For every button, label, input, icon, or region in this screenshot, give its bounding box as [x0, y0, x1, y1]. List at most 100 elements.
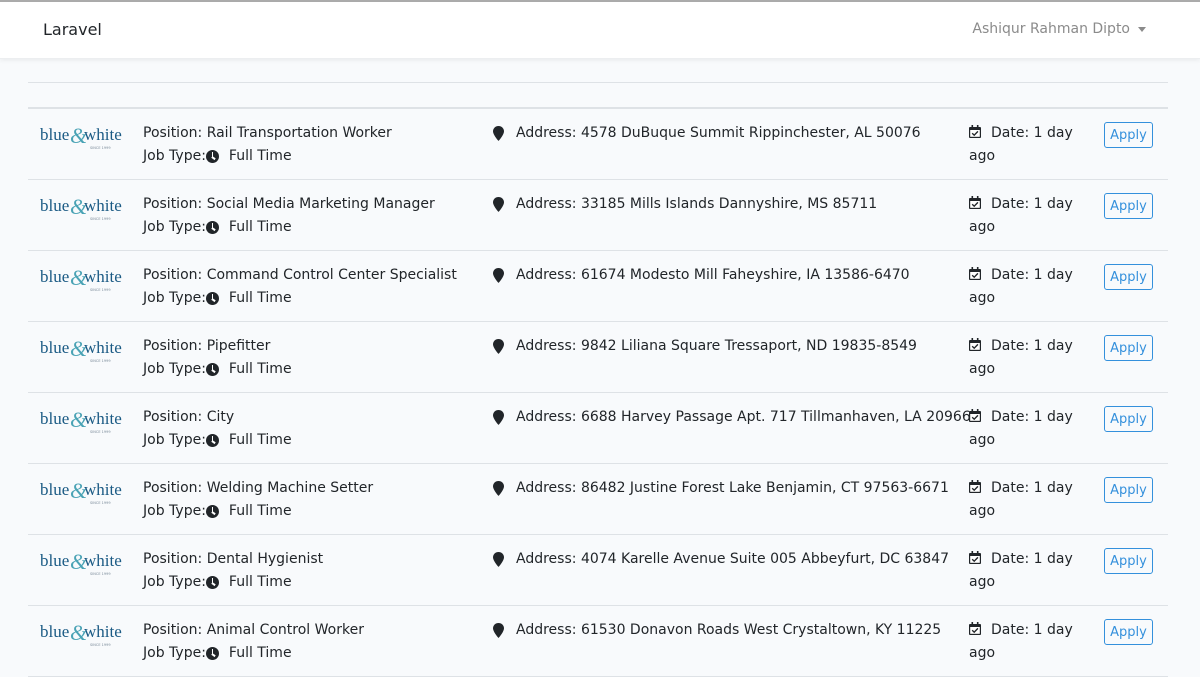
svg-text:SINCE 1999: SINCE 1999	[90, 359, 111, 363]
address: Address: 6688 Harvey Passage Apt. 717 Ti…	[493, 406, 971, 429]
svg-text:white: white	[84, 267, 122, 286]
svg-text:blue: blue	[40, 622, 69, 641]
company-logo: blue & white SINCE 1999	[40, 620, 122, 647]
date-label: Date:	[991, 480, 1030, 496]
address-label: Address:	[516, 196, 577, 212]
posted-date: Date: 1 day ago	[969, 335, 1094, 381]
position-line: Position: Pipefitter	[143, 335, 292, 358]
job-type-value: Full Time	[228, 574, 292, 590]
apply-button[interactable]: Apply	[1104, 406, 1153, 432]
job-type-line: Job Type: Full Time	[143, 500, 373, 523]
posted-date: Date: 1 day ago	[969, 406, 1094, 452]
posted-date: Date: 1 day ago	[969, 477, 1094, 523]
table-row: blue & white SINCE 1999 Position: Weldin…	[28, 464, 1168, 535]
job-info: Position: Pipefitter Job Type: Full Time	[143, 335, 292, 381]
clock-icon	[205, 292, 219, 305]
calendar-check-icon	[969, 125, 981, 138]
address-value: 4074 Karelle Avenue Suite 005 Abbeyfurt,…	[580, 551, 950, 567]
calendar-check-icon	[969, 622, 981, 635]
posted-date: Date: 1 day ago	[969, 193, 1094, 239]
apply-button[interactable]: Apply	[1104, 335, 1153, 361]
clock-icon	[205, 363, 219, 376]
position-label: Position:	[143, 622, 203, 638]
job-type-line: Job Type: Full Time	[143, 216, 435, 239]
apply-button[interactable]: Apply	[1104, 264, 1153, 290]
job-info: Position: Dental Hygienist Job Type: Full…	[143, 548, 323, 594]
user-dropdown-toggle[interactable]: Ashiqur Rahman Dipto	[972, 21, 1146, 37]
svg-text:SINCE 1999: SINCE 1999	[90, 572, 111, 576]
table-body: blue & white SINCE 1999 Position: Rail T…	[28, 109, 1168, 677]
svg-text:white: white	[84, 196, 122, 215]
table-row: blue & white SINCE 1999 Position: Social…	[28, 180, 1168, 251]
svg-text:SINCE 1999: SINCE 1999	[90, 643, 111, 647]
company-logo: blue & white SINCE 1999	[40, 478, 122, 505]
clock-icon	[205, 221, 219, 234]
clock-icon	[205, 576, 219, 589]
address-label: Address:	[516, 551, 577, 567]
job-type-line: Job Type: Full Time	[143, 358, 292, 381]
address: Address: 4074 Karelle Avenue Suite 005 A…	[493, 548, 949, 571]
job-info: Position: Animal Control Worker Job Type…	[143, 619, 364, 665]
position-label: Position:	[143, 409, 203, 425]
svg-text:SINCE 1999: SINCE 1999	[90, 430, 111, 434]
position-value: Dental Hygienist	[206, 551, 324, 567]
calendar-check-icon	[969, 338, 981, 351]
address-label: Address:	[516, 480, 577, 496]
job-info: Position: Rail Transportation Worker Job…	[143, 122, 392, 168]
map-marker-icon	[493, 410, 504, 425]
position-label: Position:	[143, 196, 203, 212]
position-value: City	[206, 409, 235, 425]
svg-text:white: white	[84, 551, 122, 570]
calendar-check-icon	[969, 196, 981, 209]
apply-button[interactable]: Apply	[1104, 548, 1153, 574]
svg-text:white: white	[84, 125, 122, 144]
table-row: blue & white SINCE 1999 Position: Animal…	[28, 606, 1168, 677]
position-line: Position: City	[143, 406, 292, 429]
position-value: Command Control Center Specialist	[206, 267, 457, 283]
apply-button[interactable]: Apply	[1104, 122, 1153, 148]
position-label: Position:	[143, 480, 203, 496]
date-label: Date:	[991, 622, 1030, 638]
apply-button[interactable]: Apply	[1104, 477, 1153, 503]
posted-date: Date: 1 day ago	[969, 122, 1094, 168]
clock-icon	[205, 505, 219, 518]
map-marker-icon	[493, 339, 504, 354]
svg-text:SINCE 1999: SINCE 1999	[90, 501, 111, 505]
calendar-check-icon	[969, 551, 981, 564]
svg-text:white: white	[84, 409, 122, 428]
table-row: blue & white SINCE 1999 Position: City J…	[28, 393, 1168, 464]
position-line: Position: Command Control Center Special…	[143, 264, 457, 287]
job-type-line: Job Type: Full Time	[143, 287, 457, 310]
svg-text:white: white	[84, 338, 122, 357]
date-label: Date:	[991, 338, 1030, 354]
job-type-label: Job Type:	[143, 148, 206, 164]
clock-icon	[205, 434, 219, 447]
table-row: blue & white SINCE 1999 Position: Rail T…	[28, 109, 1168, 180]
company-logo: blue & white SINCE 1999	[40, 123, 122, 150]
address: Address: 61674 Modesto Mill Faheyshire, …	[493, 264, 910, 287]
svg-text:white: white	[84, 622, 122, 641]
navbar-brand[interactable]: Laravel	[43, 20, 102, 39]
jobs-table: blue & white SINCE 1999 Position: Rail T…	[28, 82, 1168, 677]
table-row: blue & white SINCE 1999 Position: Pipefi…	[28, 322, 1168, 393]
job-type-value: Full Time	[228, 148, 292, 164]
posted-date: Date: 1 day ago	[969, 548, 1094, 594]
map-marker-icon	[493, 126, 504, 141]
address: Address: 61530 Donavon Roads West Crysta…	[493, 619, 941, 642]
map-marker-icon	[493, 481, 504, 496]
svg-text:blue: blue	[40, 196, 69, 215]
position-label: Position:	[143, 125, 203, 141]
apply-button[interactable]: Apply	[1104, 619, 1153, 645]
job-type-value: Full Time	[228, 432, 292, 448]
map-marker-icon	[493, 268, 504, 283]
table-header	[28, 82, 1168, 109]
map-marker-icon	[493, 197, 504, 212]
company-logo: blue & white SINCE 1999	[40, 407, 122, 434]
job-type-line: Job Type: Full Time	[143, 429, 292, 452]
apply-button[interactable]: Apply	[1104, 193, 1153, 219]
svg-text:blue: blue	[40, 409, 69, 428]
job-type-label: Job Type:	[143, 290, 206, 306]
job-type-label: Job Type:	[143, 361, 206, 377]
position-value: Welding Machine Setter	[206, 480, 374, 496]
address-label: Address:	[516, 622, 577, 638]
